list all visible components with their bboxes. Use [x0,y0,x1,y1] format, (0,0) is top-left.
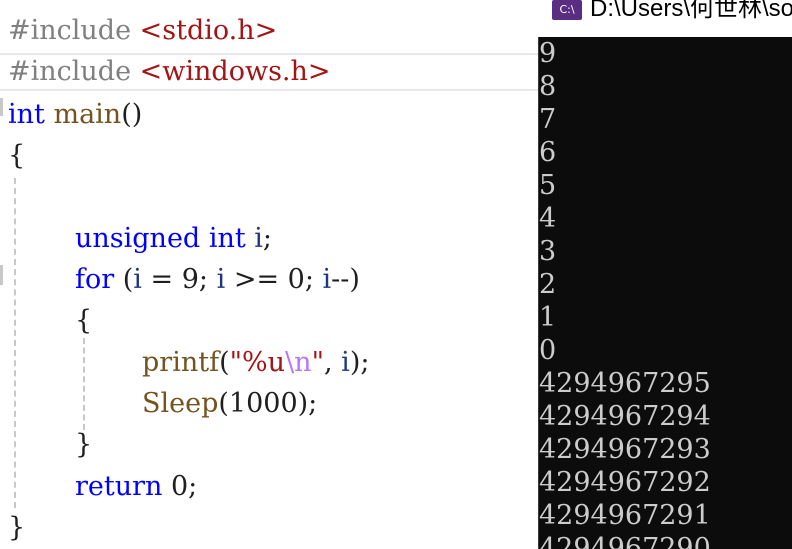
keyword: unsigned [75,223,201,254]
code-line-9[interactable]: printf("%u\n", i); [0,342,538,383]
indent-guide [14,178,16,508]
console-output-line: 4294967292 [539,467,711,498]
console-output-line: 1 [539,302,557,333]
console-output-line: 4 [539,203,557,234]
punctuation: ); [349,347,370,378]
console-output-line: 2 [539,269,557,300]
code-line-6[interactable]: unsigned int i; [0,218,538,259]
code-line-4[interactable]: { [0,135,538,176]
code-line-2-current[interactable]: #include <windows.h> [0,53,538,91]
punctuation: , [324,347,342,378]
function-name: main [53,99,122,130]
change-marker [0,265,3,285]
keyword: return [75,471,163,502]
include-header: <stdio.h> [139,15,278,46]
console-window[interactable]: C:\ D:\Users\何世林\source 9876543210429496… [538,0,792,549]
code-line-13[interactable]: } [0,507,538,548]
code-text: = 9; [141,264,217,295]
console-title: D:\Users\何世林\source [590,0,792,22]
code-text: >= 0; [225,264,323,295]
keyword: int [208,223,246,254]
variable: i [133,264,142,295]
console-app-icon: C:\ [552,0,582,20]
console-output-line: 4294967293 [539,434,711,465]
code-editor[interactable]: #include <stdio.h> #include <windows.h> … [0,0,538,549]
console-output-line: 0 [539,335,557,366]
indent-guide [83,338,85,430]
console-output-line: 8 [539,71,557,102]
code-line-11[interactable]: } [0,424,538,465]
console-output-line: 4294967295 [539,368,711,399]
include-header: <windows.h> [139,56,331,87]
console-output-line: 9 [539,38,557,69]
keyword: int [8,99,45,130]
punctuation: } [8,512,26,543]
code-text: 0; [162,471,198,502]
code-line-5[interactable] [0,176,538,217]
console-titlebar[interactable]: C:\ D:\Users\何世林\source [538,0,792,37]
variable: i [216,264,226,295]
variable: i [322,264,332,295]
code-text: --) [331,264,360,295]
code-line-8[interactable]: { [0,300,538,341]
preprocessor-directive: #include [8,15,132,46]
code-line-7[interactable]: for (i = 9; i >= 0; i--) [0,259,538,300]
punctuation: { [8,140,26,171]
variable: i [254,223,263,254]
function-name: Sleep [142,388,219,419]
change-marker [0,98,3,116]
console-output-line: 4294967291 [539,500,711,531]
console-output-line: 5 [539,170,557,201]
function-name: printf [142,347,220,378]
string-literal: " [311,347,324,378]
code-text: (1000); [218,388,318,419]
console-output-line: 7 [539,104,557,135]
punctuation: ( [122,264,134,295]
punctuation: ( [219,347,230,378]
console-output-line: 4294967290 [539,533,711,549]
string-literal: "%u [229,347,286,378]
code-line-3[interactable]: int main() [0,94,538,135]
code-line-10[interactable]: Sleep(1000); [0,383,538,424]
preprocessor-directive: #include [8,56,132,87]
code-line-1[interactable]: #include <stdio.h> [0,10,538,51]
punctuation: } [75,429,93,460]
console-output-line: 6 [539,137,557,168]
console-output-line: 4294967294 [539,401,711,432]
variable: i [341,347,350,378]
code-line-12[interactable]: return 0; [0,466,538,507]
punctuation: () [121,99,143,130]
keyword: for [75,264,115,295]
console-output-line: 3 [539,236,557,267]
punctuation: { [75,305,93,336]
escape-sequence: \n [285,347,312,378]
punctuation: ; [262,223,273,254]
